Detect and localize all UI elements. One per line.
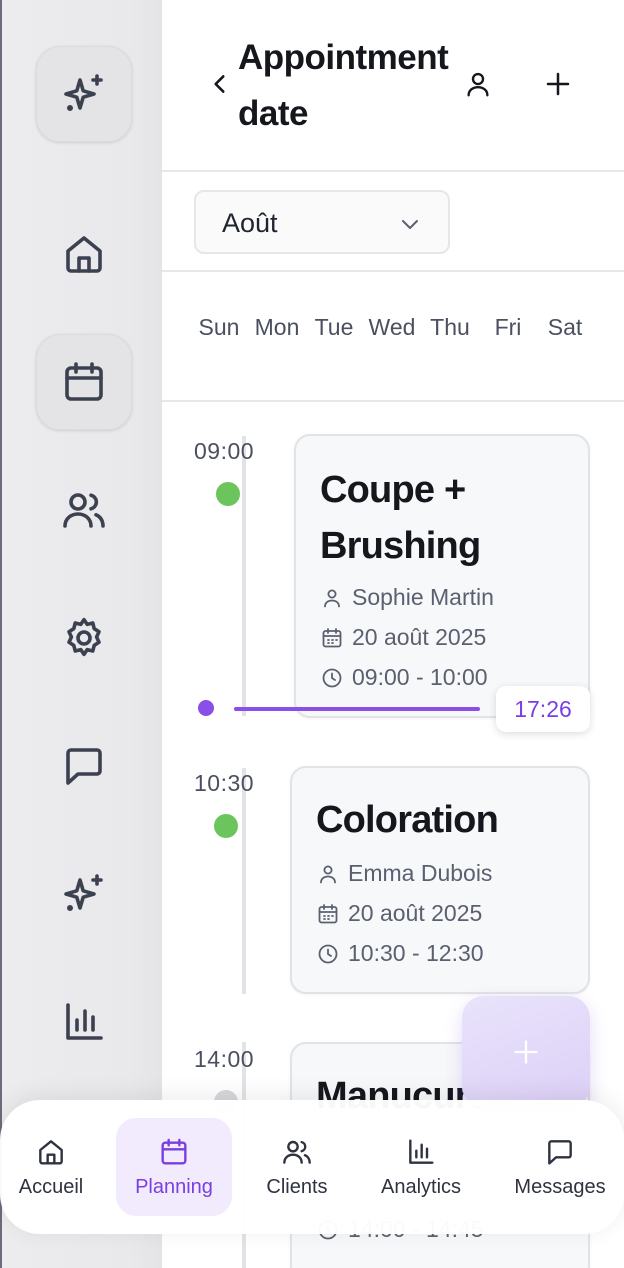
page-title: Appointment date <box>238 38 449 133</box>
weekday-tue[interactable]: Tue <box>304 314 364 341</box>
appointment-range: 10:30 - 12:30 <box>316 940 484 967</box>
status-dot <box>216 482 240 506</box>
status-dot <box>214 814 238 838</box>
client-name: Emma Dubois <box>348 860 493 886</box>
sidebar-item-analytics[interactable] <box>36 974 132 1070</box>
appointment-time: 09:00 <box>194 438 255 464</box>
date-text: 20 août 2025 <box>352 624 487 650</box>
sidebar-item-messages[interactable] <box>36 718 132 814</box>
gear-icon <box>67 617 101 657</box>
calendar-icon <box>318 903 338 923</box>
current-time-badge: 17:26 <box>496 686 590 732</box>
message-icon <box>66 748 102 785</box>
time-range-text: 10:30 - 12:30 <box>348 940 484 966</box>
weekday-header: Sun Mon Tue Wed Thu Fri Sat <box>162 272 624 402</box>
weekday-thu[interactable]: Thu <box>420 314 480 341</box>
users-icon <box>63 493 105 528</box>
chevron-left-icon <box>214 75 225 93</box>
date-text: 20 août 2025 <box>348 900 483 926</box>
sparkles-icon <box>64 874 103 911</box>
nav-item-clients[interactable]: Clients <box>252 1118 342 1216</box>
nav-item-analytics[interactable]: Analytics <box>366 1118 476 1216</box>
calendar-icon <box>161 1138 187 1165</box>
user-icon <box>324 589 340 607</box>
user-icon <box>320 865 336 883</box>
nav-label: Analytics <box>380 1175 462 1198</box>
page-header: Appointment date <box>162 0 624 172</box>
bottom-navigation: Accueil Planning Clients Analytics Messa… <box>0 1100 624 1234</box>
appointment-range: 09:00 - 10:00 <box>320 664 488 691</box>
appointment-date: 20 août 2025 <box>320 624 486 651</box>
appointment-time: 10:30 <box>194 770 255 796</box>
sidebar-item-ai[interactable] <box>36 46 132 142</box>
weekday-mon[interactable]: Mon <box>247 314 307 341</box>
appointment-title: Coloration <box>316 799 499 841</box>
plus-icon <box>514 1040 538 1064</box>
nav-label: Clients <box>266 1175 328 1198</box>
weekday-sun[interactable]: Sun <box>189 314 249 341</box>
sidebar-item-settings[interactable] <box>36 590 132 686</box>
current-time-line <box>234 707 480 711</box>
appointment-time: 14:00 <box>194 1046 255 1072</box>
calendar-icon <box>65 362 103 401</box>
sidebar-item-calendar[interactable] <box>36 334 132 430</box>
clock-icon <box>322 668 342 687</box>
bar-chart-icon <box>66 1003 103 1040</box>
weekday-sat[interactable]: Sat <box>535 314 595 341</box>
users-icon <box>283 1140 311 1164</box>
client-name: Sophie Martin <box>352 584 494 610</box>
message-icon <box>548 1139 572 1165</box>
nav-item-accueil[interactable]: Accueil <box>6 1118 96 1216</box>
add-appointment-button[interactable] <box>536 62 580 106</box>
weekday-wed[interactable]: Wed <box>362 314 422 341</box>
nav-item-planning[interactable]: Planning <box>116 1118 232 1216</box>
weekday-fri[interactable]: Fri <box>478 314 538 341</box>
clock-icon <box>318 944 338 963</box>
back-button[interactable] <box>202 64 238 104</box>
calendar-icon <box>322 627 342 647</box>
sidebar <box>0 0 162 1268</box>
sparkles-icon <box>64 74 103 111</box>
current-time-dot <box>198 700 214 716</box>
nav-label: Accueil <box>18 1175 84 1198</box>
appointment-client: Emma Dubois <box>316 860 492 887</box>
sidebar-item-assistant[interactable] <box>36 846 132 942</box>
user-icon <box>467 72 489 97</box>
timeline-line <box>242 436 246 716</box>
month-select[interactable]: Août <box>194 190 450 254</box>
appointment-title: Coupe + Brushing <box>320 469 481 567</box>
nav-label: Planning <box>135 1175 213 1198</box>
month-filter-row: Août <box>162 172 624 272</box>
appointment-date: 20 août 2025 <box>316 900 482 927</box>
plus-icon <box>546 72 570 96</box>
appointment-client: Sophie Martin <box>320 584 494 611</box>
home-icon <box>66 236 102 273</box>
time-range-text: 09:00 - 10:00 <box>352 664 488 690</box>
month-select-value: Août <box>222 208 278 238</box>
appointment-card[interactable]: Coloration Emma Dubois 20 août 2025 10:3… <box>290 766 590 994</box>
chevron-down-icon <box>402 220 418 229</box>
bar-chart-icon <box>409 1138 434 1164</box>
nav-label: Messages <box>514 1175 606 1198</box>
sidebar-item-clients[interactable] <box>36 462 132 558</box>
nav-item-messages[interactable]: Messages <box>500 1118 620 1216</box>
timeline-line <box>242 768 246 994</box>
appointment-card[interactable]: Coupe + Brushing Sophie Martin 20 août 2… <box>294 434 590 718</box>
sidebar-item-home[interactable] <box>36 206 132 302</box>
profile-button[interactable] <box>456 62 500 106</box>
home-icon <box>39 1139 63 1165</box>
add-appointment-fab[interactable] <box>462 996 590 1108</box>
